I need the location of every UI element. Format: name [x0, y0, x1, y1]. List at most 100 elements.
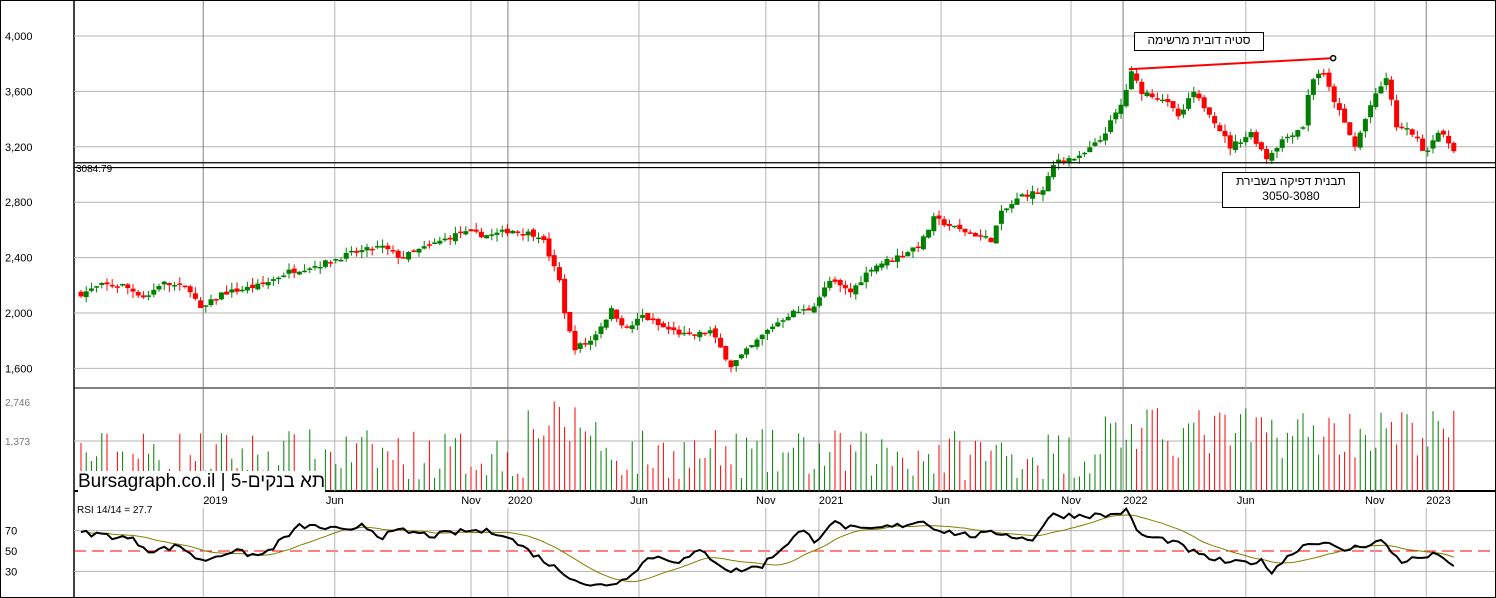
candle — [146, 290, 152, 301]
candle — [354, 247, 360, 257]
candle-body — [863, 272, 869, 283]
candle-body — [1024, 194, 1030, 197]
candle — [1175, 103, 1181, 120]
candle-body — [676, 329, 682, 335]
candle — [468, 228, 474, 232]
candle-body — [1201, 97, 1207, 109]
candle — [1295, 129, 1301, 140]
candle-body — [421, 246, 427, 249]
candle — [229, 282, 235, 298]
candle — [588, 335, 594, 351]
candle — [1154, 92, 1160, 102]
candle-body — [941, 219, 947, 226]
candle — [1446, 130, 1452, 149]
candle — [1258, 141, 1264, 151]
time-tick-label: Nov — [1365, 495, 1385, 507]
candle-body — [692, 334, 698, 336]
candle-body — [333, 259, 339, 261]
candle-body — [1175, 108, 1181, 117]
candle-body — [400, 257, 406, 259]
candle — [1123, 84, 1129, 108]
candle — [582, 337, 588, 348]
candle — [432, 238, 438, 245]
candle-body — [572, 330, 578, 351]
candle-body — [718, 337, 724, 348]
candle-body — [270, 279, 276, 281]
time-tick-label: Nov — [1061, 495, 1081, 507]
candle-body — [1118, 104, 1124, 114]
candle — [1394, 94, 1400, 131]
candle — [1212, 112, 1218, 129]
candle — [343, 247, 349, 262]
candle-body — [218, 292, 224, 300]
candle — [723, 345, 729, 362]
candle — [1274, 147, 1280, 158]
candle — [1290, 132, 1296, 144]
candle-body — [1295, 130, 1301, 137]
candle — [1024, 189, 1030, 202]
candle — [291, 264, 297, 278]
candle-body — [328, 262, 334, 264]
candle-body — [1399, 126, 1405, 129]
candle-body — [302, 270, 308, 273]
candle-body — [380, 245, 386, 248]
candle — [1430, 134, 1436, 154]
candle — [1451, 141, 1457, 154]
candle-body — [1316, 73, 1322, 79]
candle-body — [1076, 155, 1082, 159]
candle — [1206, 106, 1212, 118]
candle — [1300, 125, 1306, 130]
candle-body — [936, 215, 942, 219]
candle-body — [151, 289, 157, 295]
candle — [1232, 134, 1238, 153]
candle-body — [1440, 130, 1446, 135]
candle-body — [1113, 112, 1119, 120]
candle-body — [957, 224, 963, 229]
candle — [307, 266, 313, 274]
candle — [744, 346, 750, 359]
candle-body — [1290, 135, 1296, 137]
candle-body — [385, 245, 391, 250]
candle — [260, 275, 266, 288]
candle-body — [801, 309, 807, 311]
candle — [536, 232, 542, 244]
candle — [1071, 157, 1077, 162]
candle-body — [712, 328, 718, 338]
candle-body — [1232, 141, 1238, 150]
candle-body — [785, 316, 791, 321]
candle — [900, 250, 906, 258]
candle — [874, 263, 880, 275]
candle — [822, 281, 828, 298]
candle-body — [432, 242, 438, 244]
candle — [328, 260, 334, 268]
candle-body — [83, 291, 89, 298]
candle-body — [369, 248, 375, 251]
candle — [1357, 130, 1363, 151]
candle — [1108, 115, 1114, 135]
candle-body — [811, 306, 817, 313]
time-tick-label: 2022 — [1123, 495, 1147, 507]
candle — [608, 305, 614, 322]
candle-body — [1014, 198, 1020, 205]
volume-tick-label: 1,373 — [5, 437, 30, 448]
price-tick-label: 3,600 — [5, 86, 33, 98]
candle — [759, 333, 765, 346]
candle — [707, 326, 713, 337]
candle-body — [1284, 136, 1290, 139]
candle — [224, 285, 230, 295]
candle-body — [1248, 132, 1254, 138]
candle-body — [1446, 135, 1452, 144]
candle — [598, 322, 604, 339]
candle-body — [234, 288, 240, 292]
time-tick-label: 2020 — [508, 495, 532, 507]
candle-body — [790, 310, 796, 318]
candle-body — [484, 235, 490, 239]
candle — [1227, 131, 1233, 156]
candle-body — [1326, 72, 1332, 87]
candle — [385, 242, 391, 256]
candle — [1347, 122, 1353, 136]
candle — [1305, 89, 1311, 132]
candle — [1045, 171, 1051, 192]
candle-body — [1191, 91, 1197, 98]
candle — [198, 297, 204, 309]
